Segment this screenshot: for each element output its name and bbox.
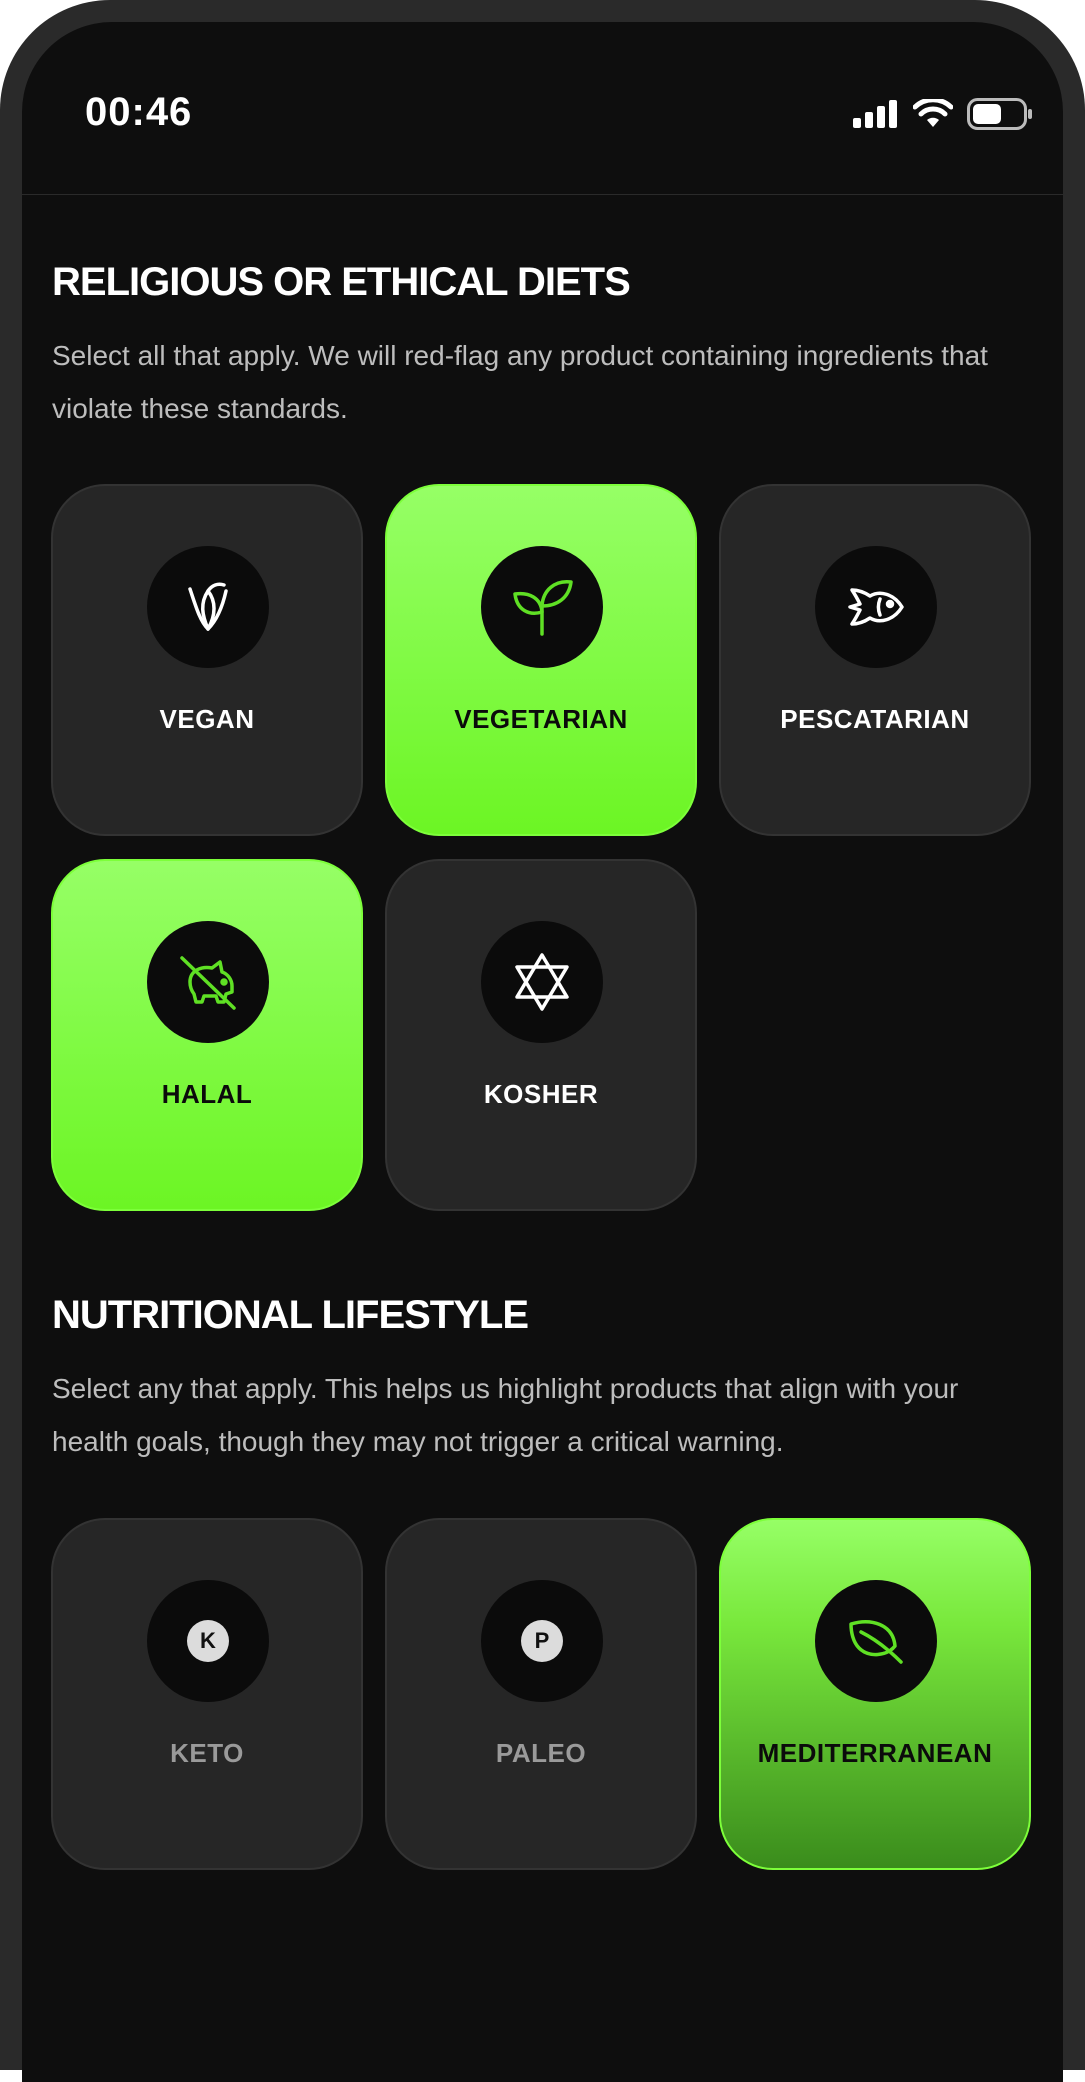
- sprout-icon: [513, 580, 573, 636]
- option-vegan[interactable]: VEGAN: [51, 484, 363, 836]
- nutritional-lifestyle-section: NUTRITIONAL LIFESTYLE Select any that ap…: [52, 1293, 1037, 1468]
- section-title: NUTRITIONAL LIFESTYLE: [52, 1293, 529, 1337]
- option-pescatarian[interactable]: PESCATARIAN: [719, 484, 1031, 836]
- option-label: KOSHER: [483, 1079, 599, 1109]
- letter-p-icon: P: [521, 1620, 563, 1662]
- section-description: Select any that apply. This helps us hig…: [52, 1373, 959, 1457]
- option-label: KETO: [170, 1738, 244, 1768]
- option-label: MEDITERRANEAN: [757, 1738, 993, 1768]
- vegan-v-leaf-icon: [188, 582, 228, 631]
- option-label: HALAL: [161, 1079, 253, 1109]
- religious-diets-section: RELIGIOUS OR ETHICAL DIETS Select all th…: [52, 260, 1037, 435]
- section-description: Select all that apply. We will red-flag …: [52, 340, 988, 424]
- battery-icon: [967, 98, 1032, 130]
- icon-circle: [815, 546, 937, 668]
- icon-circle: [147, 921, 269, 1043]
- option-paleo[interactable]: P PALEO: [385, 1518, 697, 1870]
- option-halal[interactable]: HALAL: [51, 859, 363, 1211]
- status-icons: [851, 98, 1033, 130]
- option-label: PESCATARIAN: [780, 704, 970, 734]
- no-pork-icon: [180, 956, 236, 1010]
- letter-k-icon: K: [187, 1620, 229, 1662]
- icon-circle: P: [481, 1580, 603, 1702]
- star-of-david-icon: [515, 953, 569, 1011]
- option-label: VEGAN: [159, 704, 255, 734]
- option-label: PALEO: [495, 1738, 587, 1768]
- icon-circle: [147, 546, 269, 668]
- option-label: VEGETARIAN: [454, 704, 628, 734]
- icon-circle: [481, 921, 603, 1043]
- section-title: RELIGIOUS OR ETHICAL DIETS: [52, 260, 631, 304]
- icon-circle: [815, 1580, 937, 1702]
- device-frame: 00:46 RELIGIOUS OR ETHICAL DIETS Select …: [0, 0, 1085, 2082]
- fish-icon: [848, 588, 904, 626]
- option-keto[interactable]: K KETO: [51, 1518, 363, 1870]
- leaf-icon: [849, 1620, 903, 1664]
- status-bar: 00:46: [22, 22, 1063, 195]
- icon-circle: [481, 546, 603, 668]
- screen: 00:46 RELIGIOUS OR ETHICAL DIETS Select …: [22, 22, 1063, 2082]
- option-mediterranean[interactable]: MEDITERRANEAN: [719, 1518, 1031, 1870]
- option-vegetarian[interactable]: VEGETARIAN: [385, 484, 697, 836]
- option-kosher[interactable]: KOSHER: [385, 859, 697, 1211]
- icon-circle: K: [147, 1580, 269, 1702]
- status-time: 00:46: [85, 90, 193, 134]
- signal-icon: [853, 100, 897, 128]
- wifi-icon: [913, 99, 953, 127]
